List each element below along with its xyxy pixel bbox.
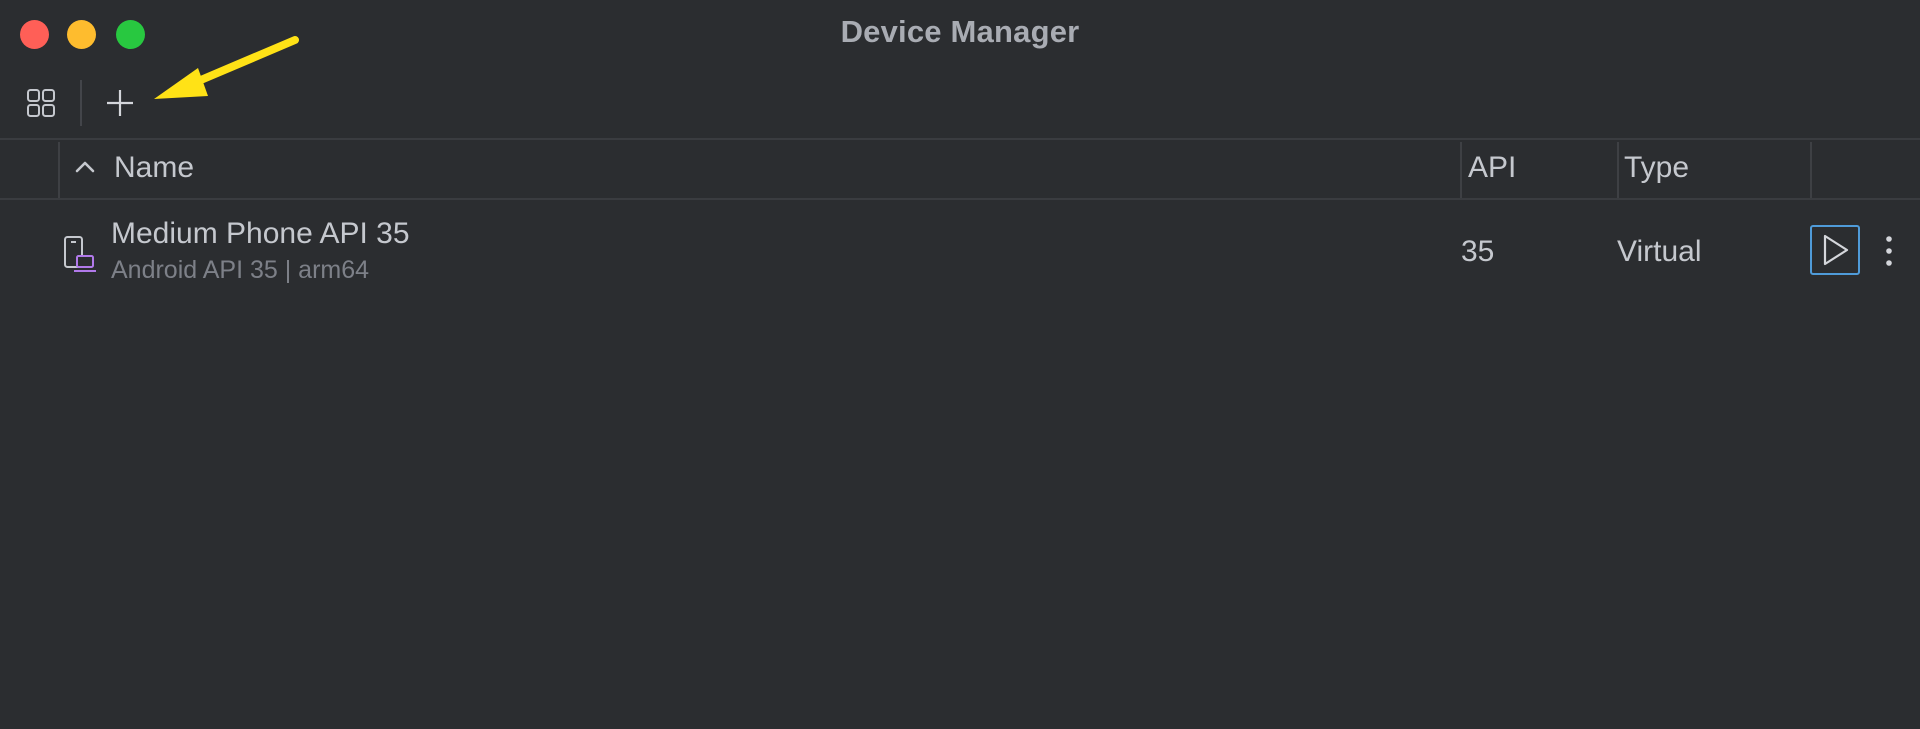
table-row[interactable]: Medium Phone API 35 Android API 35 | arm… [0,200,1920,304]
column-header-name[interactable]: Name [114,151,194,185]
sort-ascending-icon[interactable] [72,154,98,180]
device-grid-button[interactable] [18,80,64,126]
device-name: Medium Phone API 35 [111,217,410,250]
grid-icon [27,89,55,117]
column-header-type[interactable]: Type [1624,151,1689,185]
column-divider[interactable] [1810,142,1812,198]
more-vertical-icon [1886,236,1892,266]
window-title: Device Manager [840,14,1080,49]
device-type: Virtual [1617,235,1702,268]
plus-icon [107,90,133,116]
launch-device-button[interactable] [1810,225,1860,275]
add-device-button[interactable] [97,80,143,126]
title-bar: Device Manager [0,0,1920,66]
virtual-device-icon [64,236,96,272]
more-actions-button[interactable] [1874,226,1904,276]
column-divider[interactable] [1617,142,1619,198]
column-header-api[interactable]: API [1468,151,1516,185]
column-divider[interactable] [1460,142,1462,198]
play-icon [1823,234,1849,266]
device-manager-window: Device Manager Name API Type Medium Phon… [0,0,1920,729]
column-divider [58,142,60,198]
device-details: Android API 35 | arm64 [111,256,370,284]
device-api-level: 35 [1461,235,1495,268]
toolbar-separator [80,80,82,126]
table-header: Name API Type [0,140,1920,200]
toolbar [0,66,1920,140]
